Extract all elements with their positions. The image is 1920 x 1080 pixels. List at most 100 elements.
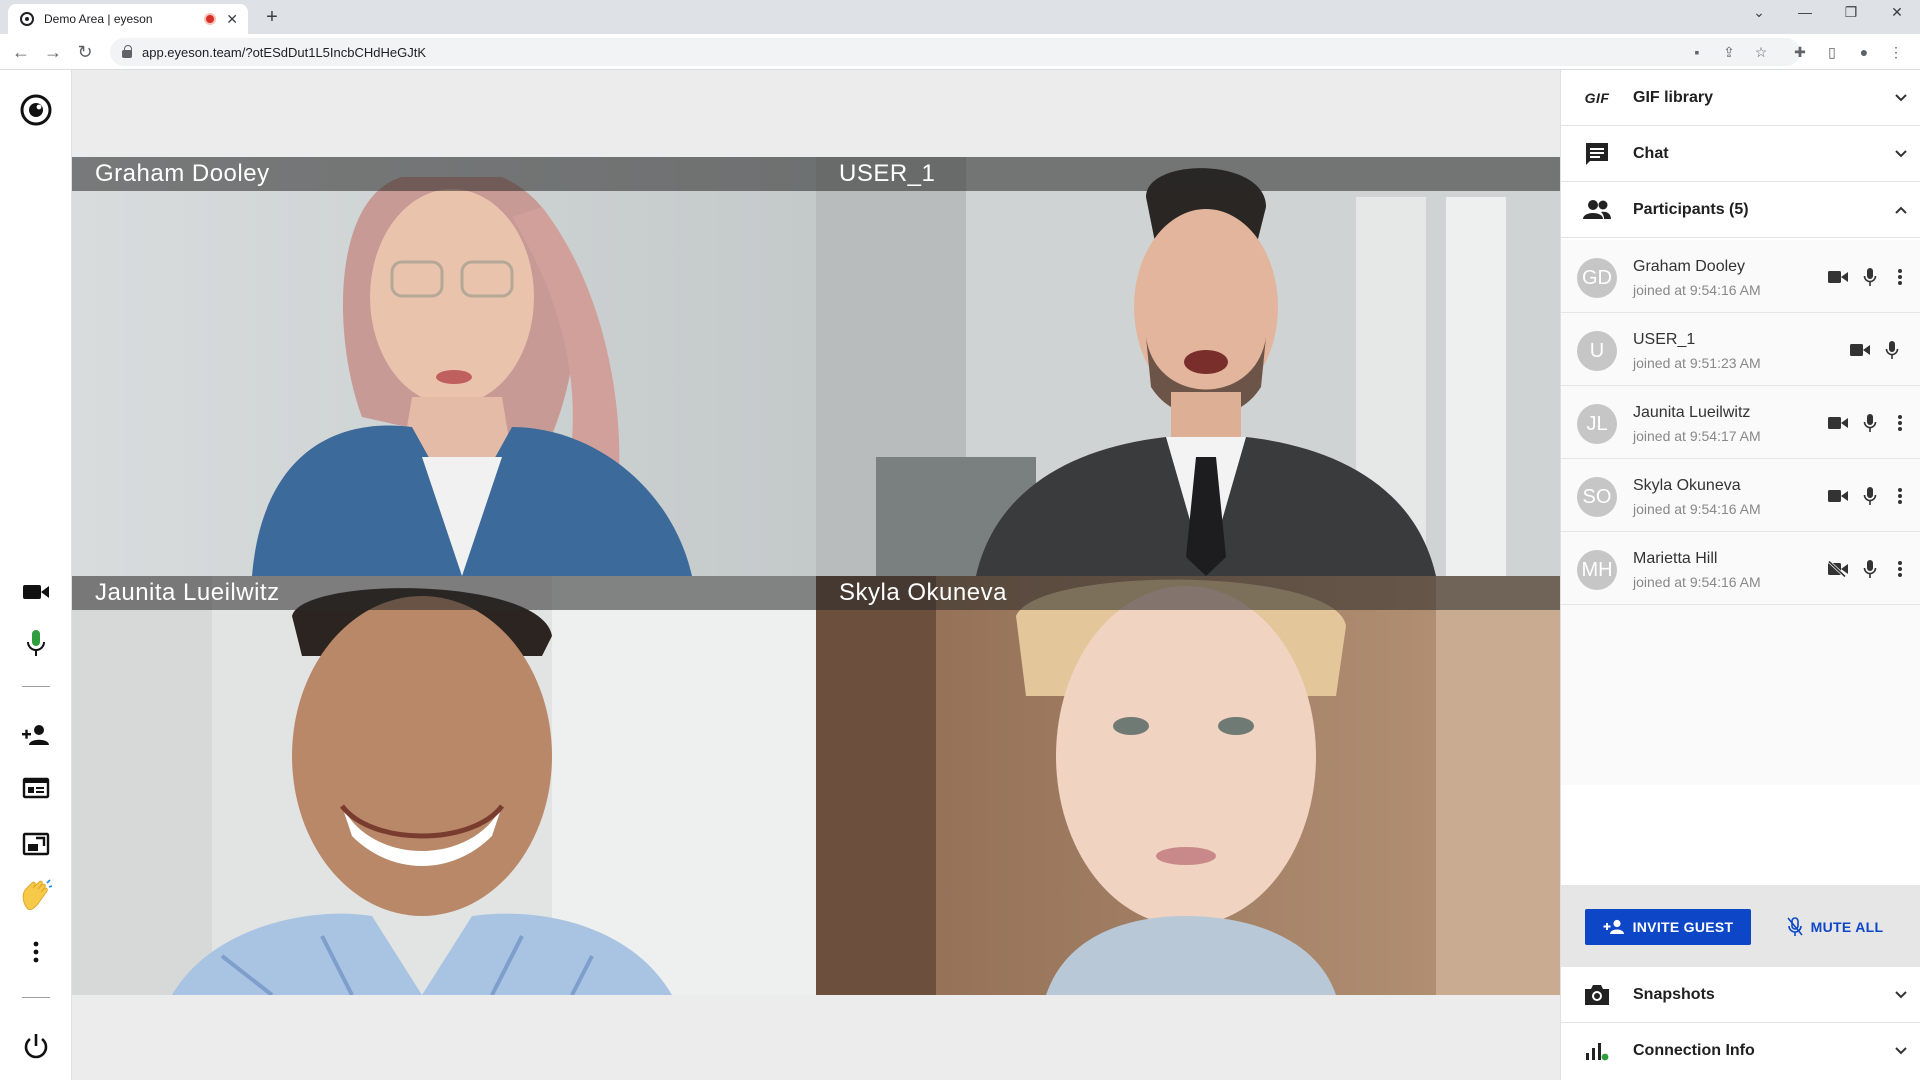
participant-joined-time: joined at 9:51:23 AM — [1633, 355, 1761, 371]
participant-actions: INVITE GUEST MUTE ALL — [1561, 885, 1920, 967]
mic-off-icon — [1787, 917, 1803, 936]
side-panel-icon[interactable]: ▯ — [1823, 43, 1841, 61]
chat-header[interactable]: Chat — [1561, 126, 1920, 182]
extensions-icon[interactable]: ✚ — [1791, 43, 1809, 61]
lock-icon — [122, 44, 132, 58]
participant-video — [72, 576, 816, 995]
participant-name: USER_1 — [1633, 331, 1696, 348]
participants-header[interactable]: Participants (5) — [1561, 182, 1920, 238]
participants-title: Participants (5) — [1633, 200, 1749, 218]
browser-toolbar: ← → ↻ app.eyeson.team/?otESdDut1L5IncbCH… — [0, 34, 1920, 70]
mute-all-label: MUTE ALL — [1810, 919, 1884, 935]
back-icon[interactable]: ← — [10, 41, 32, 63]
snapshots-header[interactable]: Snapshots — [1561, 967, 1920, 1023]
chevron-down-icon — [1881, 146, 1920, 162]
participant-row: U USER_1 joined at 9:51:23 AM — [1561, 313, 1920, 386]
avatar: GD — [1577, 258, 1617, 298]
connection-info-title: Connection Info — [1633, 1042, 1755, 1059]
camera-snapshot-icon — [1561, 983, 1633, 1007]
participant-video — [816, 157, 1560, 576]
participant-video — [72, 157, 816, 576]
forward-icon[interactable]: → — [42, 41, 64, 63]
side-panel: GIF GIF library Chat Participants (5) GD… — [1560, 70, 1920, 1080]
rail-divider — [22, 997, 50, 998]
participant-row: GD Graham Dooley joined at 9:54:16 AM — [1561, 240, 1920, 313]
eyeson-logo-icon — [18, 92, 54, 128]
microphone-icon[interactable] — [1859, 485, 1881, 507]
participant-name: Skyla Okuneva — [1633, 477, 1741, 494]
profile-icon[interactable]: ● — [1855, 43, 1873, 61]
power-leave-icon[interactable] — [18, 1028, 54, 1064]
people-icon — [1561, 199, 1633, 221]
participant-name: Marietta Hill — [1633, 550, 1718, 567]
participant-joined-time: joined at 9:54:16 AM — [1633, 282, 1761, 298]
participant-row: SO Skyla Okuneva joined at 9:54:16 AM — [1561, 459, 1920, 532]
chevron-down-icon — [1881, 90, 1920, 106]
camera-toggle-icon[interactable] — [18, 574, 54, 610]
connection-info-header[interactable]: Connection Info — [1561, 1023, 1920, 1079]
browser-tab[interactable]: Demo Area | eyeson ✕ — [8, 4, 248, 34]
tab-search-icon[interactable]: ⌄ — [1744, 4, 1774, 21]
browser-menu-icon[interactable]: ⋮ — [1887, 43, 1905, 61]
participant-name-label: Jaunita Lueilwitz — [72, 576, 816, 610]
presentation-icon[interactable] — [18, 772, 54, 808]
chevron-down-icon — [1881, 987, 1920, 1003]
participant-video — [816, 576, 1560, 995]
invite-guest-label: INVITE GUEST — [1632, 919, 1734, 935]
participant-joined-time: joined at 9:54:16 AM — [1633, 501, 1761, 517]
microphone-icon[interactable] — [1859, 266, 1881, 288]
camera-off-icon[interactable] — [1827, 558, 1849, 580]
tab-close-icon[interactable]: ✕ — [226, 11, 238, 28]
gif-library-header[interactable]: GIF GIF library — [1561, 70, 1920, 126]
participant-menu-icon[interactable] — [1889, 266, 1911, 288]
chevron-down-icon — [1881, 1043, 1920, 1059]
bookmark-star-icon[interactable]: ☆ — [1752, 43, 1770, 61]
screen-share-icon[interactable] — [18, 827, 54, 863]
gif-library-title: GIF library — [1633, 88, 1714, 106]
restore-icon[interactable]: ❐ — [1836, 4, 1866, 21]
avatar: SO — [1577, 477, 1617, 517]
camera-in-use-icon[interactable]: ▪ — [1688, 43, 1706, 61]
microphone-icon[interactable] — [1859, 558, 1881, 580]
more-options-icon[interactable] — [18, 934, 54, 970]
participant-menu-icon[interactable] — [1889, 412, 1911, 434]
left-toolbar — [0, 70, 72, 1080]
invite-guest-button[interactable]: INVITE GUEST — [1585, 909, 1751, 945]
avatar: U — [1577, 331, 1617, 371]
wave-hand-icon[interactable] — [18, 878, 54, 914]
recording-indicator-icon — [204, 13, 217, 25]
microphone-icon[interactable] — [1859, 412, 1881, 434]
video-tile[interactable]: Graham Dooley — [72, 157, 816, 576]
camera-icon[interactable] — [1827, 485, 1849, 507]
video-tile[interactable]: Skyla Okuneva — [816, 576, 1560, 995]
video-tile[interactable]: USER_1 — [816, 157, 1560, 576]
gif-icon: GIF — [1584, 89, 1610, 106]
share-icon[interactable]: ⇪ — [1720, 43, 1738, 61]
chat-icon — [1561, 140, 1633, 168]
video-tile[interactable]: Jaunita Lueilwitz — [72, 576, 816, 995]
window-close-icon[interactable]: ✕ — [1882, 4, 1912, 21]
signal-bars-icon — [1561, 1040, 1633, 1062]
participant-row: MH Marietta Hill joined at 9:54:16 AM — [1561, 532, 1920, 605]
participant-name: Graham Dooley — [1633, 258, 1746, 275]
address-bar[interactable]: app.eyeson.team/?otESdDut1L5IncbCHdHeGJt… — [110, 38, 1800, 66]
mute-all-button[interactable]: MUTE ALL — [1761, 909, 1909, 945]
snapshots-title: Snapshots — [1633, 985, 1715, 1003]
participant-list: GD Graham Dooley joined at 9:54:16 AM U … — [1561, 240, 1920, 785]
participant-name-label: Skyla Okuneva — [816, 576, 1560, 610]
add-person-icon[interactable] — [18, 717, 54, 753]
video-stage: Graham Dooley USER_1 Jaunita Lueilwitz S… — [72, 70, 1560, 1080]
camera-icon[interactable] — [1827, 266, 1849, 288]
participant-menu-icon[interactable] — [1889, 558, 1911, 580]
microphone-toggle-icon[interactable] — [18, 625, 54, 661]
camera-icon[interactable] — [1827, 412, 1849, 434]
camera-icon[interactable] — [1849, 339, 1871, 361]
eyeson-favicon-icon — [20, 12, 34, 26]
reload-icon[interactable]: ↻ — [74, 41, 96, 63]
minimize-icon[interactable]: — — [1790, 4, 1820, 20]
new-tab-button[interactable]: + — [260, 6, 284, 29]
participant-menu-icon[interactable] — [1889, 485, 1911, 507]
url-text: app.eyeson.team/?otESdDut1L5IncbCHdHeGJt… — [142, 44, 427, 60]
microphone-icon[interactable] — [1881, 339, 1903, 361]
tab-title: Demo Area | eyeson — [44, 12, 153, 26]
